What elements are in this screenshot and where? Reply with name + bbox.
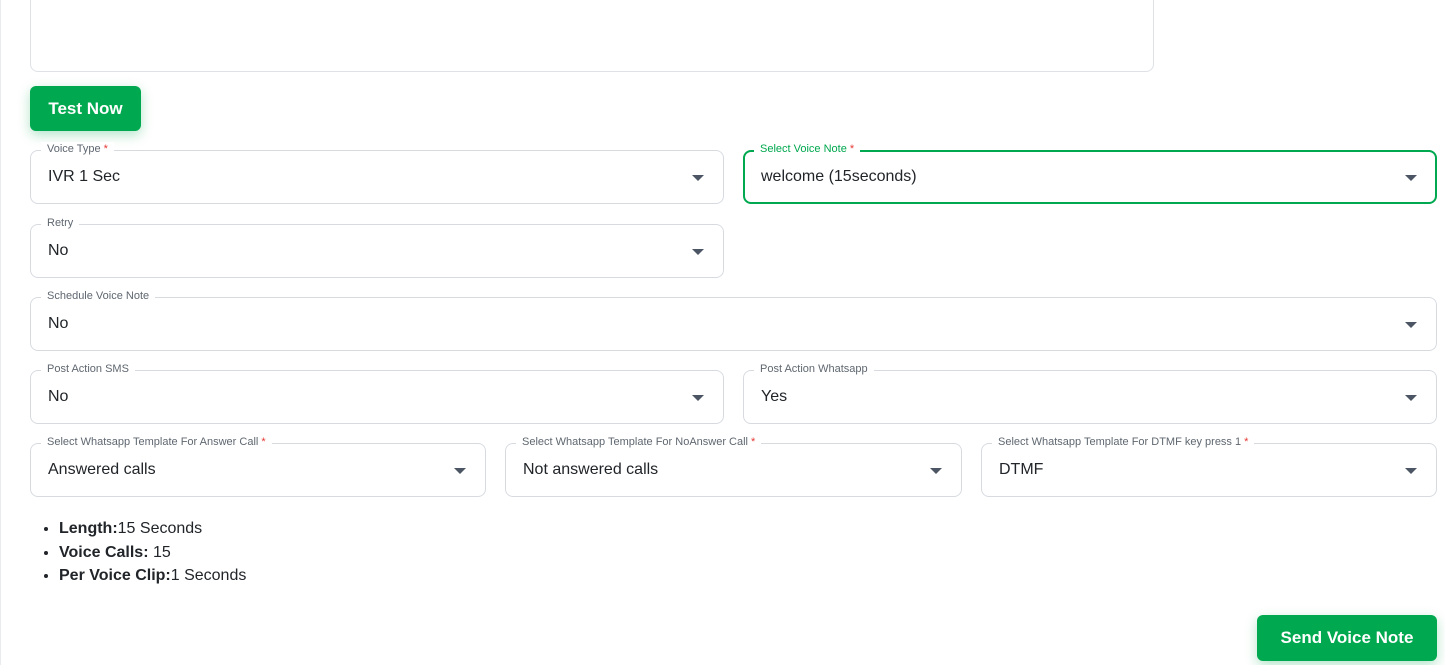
retry-label: Retry: [41, 216, 80, 230]
template-answer-call-label: Select Whatsapp Template For Answer Call…: [41, 435, 272, 449]
template-dtmf-label: Select Whatsapp Template For DTMF key pr…: [992, 435, 1255, 449]
summary-length: Length:15 Seconds: [59, 517, 246, 541]
template-noanswer-call-label: Select Whatsapp Template For NoAnswer Ca…: [516, 435, 762, 449]
template-noanswer-call-value: Not answered calls: [523, 461, 659, 478]
post-action-whatsapp-label: Post Action Whatsapp: [754, 362, 874, 376]
chevron-down-icon: [692, 249, 704, 255]
template-dtmf-select[interactable]: Select Whatsapp Template For DTMF key pr…: [981, 435, 1437, 497]
retry-select[interactable]: Retry No: [30, 216, 724, 278]
summary-voice-calls: Voice Calls: 15: [59, 541, 246, 565]
chevron-down-icon: [1405, 468, 1417, 474]
template-noanswer-call-select[interactable]: Select Whatsapp Template For NoAnswer Ca…: [505, 435, 962, 497]
voice-type-label: Voice Type *: [41, 142, 114, 156]
chevron-down-icon: [454, 468, 466, 474]
post-action-sms-label: Post Action SMS: [41, 362, 135, 376]
test-now-button[interactable]: Test Now: [30, 86, 141, 131]
voice-type-select[interactable]: Voice Type * IVR 1 Sec: [30, 142, 724, 204]
post-action-sms-value: No: [48, 388, 69, 405]
voice-type-value: IVR 1 Sec: [48, 168, 121, 185]
summary-per-voice-clip: Per Voice Clip:1 Seconds: [59, 564, 246, 588]
post-action-sms-select[interactable]: Post Action SMS No: [30, 362, 724, 424]
chevron-down-icon: [1405, 175, 1417, 181]
chevron-down-icon: [692, 395, 704, 401]
template-dtmf-value: DTMF: [999, 461, 1044, 478]
chevron-down-icon: [1405, 395, 1417, 401]
page-left-border: [0, 0, 1, 665]
voice-summary-list: Length:15 Seconds Voice Calls: 15 Per Vo…: [38, 517, 246, 588]
chevron-down-icon: [930, 468, 942, 474]
template-answer-call-value: Answered calls: [48, 461, 156, 478]
voice-note-label: Select Voice Note *: [754, 142, 861, 156]
post-action-whatsapp-select[interactable]: Post Action Whatsapp Yes: [743, 362, 1437, 424]
chevron-down-icon: [692, 175, 704, 181]
send-voice-note-button[interactable]: Send Voice Note: [1257, 615, 1437, 661]
voice-note-value: welcome (15seconds): [761, 168, 917, 185]
voice-note-select[interactable]: Select Voice Note * welcome (15seconds): [743, 142, 1437, 204]
message-textarea[interactable]: [30, 0, 1154, 72]
retry-value: No: [48, 242, 69, 259]
post-action-whatsapp-value: Yes: [761, 388, 788, 405]
schedule-voice-note-value: No: [48, 315, 69, 332]
schedule-voice-note-select[interactable]: Schedule Voice Note No: [30, 289, 1437, 351]
template-answer-call-select[interactable]: Select Whatsapp Template For Answer Call…: [30, 435, 486, 497]
chevron-down-icon: [1405, 322, 1417, 328]
schedule-voice-note-label: Schedule Voice Note: [41, 289, 156, 303]
